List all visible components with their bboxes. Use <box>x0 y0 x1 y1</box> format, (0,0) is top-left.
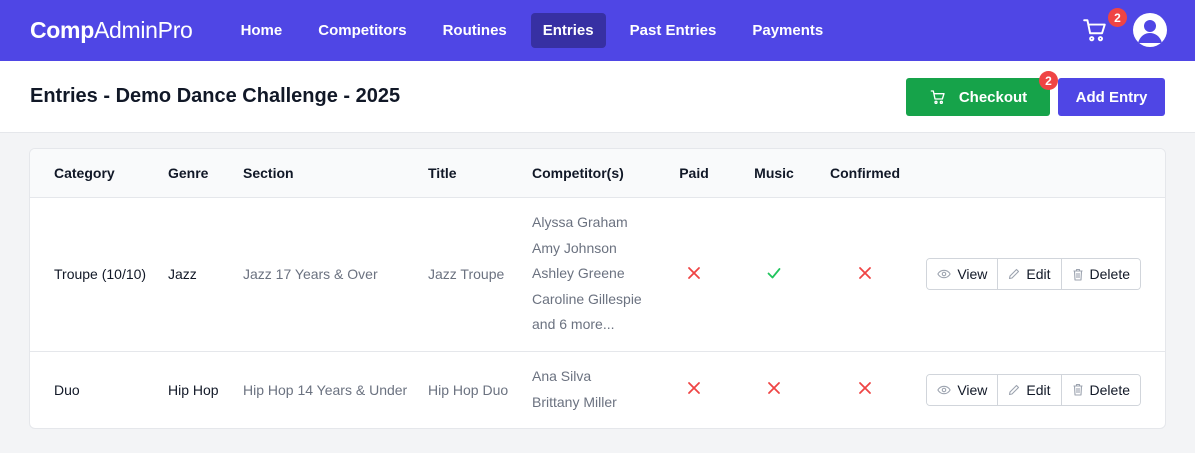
confirmed-cell <box>820 197 910 351</box>
genre-cell: Hip Hop <box>168 381 219 398</box>
checkout-label: Checkout <box>958 88 1028 106</box>
pencil-icon <box>1009 384 1020 395</box>
competitor-name: Brittany Miller <box>532 393 617 410</box>
genre-cell: Jazz <box>168 266 197 282</box>
actions-cell: View Edit Delete <box>910 197 1165 351</box>
competitor-name: Caroline Gillespie <box>532 290 642 307</box>
competitor-name: Ana Silva <box>532 368 592 385</box>
paid-cell <box>660 197 728 351</box>
nav-item-home[interactable]: Home <box>229 13 295 48</box>
confirmed-cell <box>820 351 910 428</box>
delete-button[interactable]: Delete <box>1061 374 1140 405</box>
add-entry-button[interactable]: Add Entry <box>1058 78 1165 116</box>
competitor-name: Ashley Greene <box>532 265 625 282</box>
column-header[interactable]: Music <box>728 149 820 197</box>
cross-icon <box>688 266 700 279</box>
competitor-name: Amy Johnson <box>532 239 617 256</box>
view-button[interactable]: View <box>927 374 999 405</box>
competitor-name: Alyssa Graham <box>532 214 628 231</box>
checkout-button[interactable]: Checkout 2 <box>906 71 1058 116</box>
column-header[interactable]: Competitor(s) <box>532 149 660 197</box>
section-cell: Hip Hop 14 Years & Under <box>243 381 408 398</box>
row-actions: View Edit Delete <box>926 373 1141 406</box>
page-header: Entries - Demo Dance Challenge - 2025 Ch… <box>0 61 1195 133</box>
checkout-count-badge: 2 <box>1039 71 1058 90</box>
cart-button[interactable]: 2 <box>1081 8 1127 47</box>
title-cell: Hip Hop Duo <box>428 381 509 398</box>
nav-item-entries[interactable]: Entries <box>530 13 606 48</box>
table-row: Duo Hip Hop Hip Hop 14 Years & Under Hip… <box>30 351 1165 428</box>
column-header-actions <box>910 149 1165 197</box>
edit-button[interactable]: Edit <box>998 374 1062 405</box>
eye-icon <box>937 269 952 279</box>
entries-table: Category Genre Section Title Competitor(… <box>30 149 1165 428</box>
shopping-cart-icon <box>1083 19 1106 42</box>
column-header[interactable]: Confirmed <box>820 149 910 197</box>
main-nav: Home Competitors Routines Entries Past E… <box>229 13 848 48</box>
entries-table-card: Category Genre Section Title Competitor(… <box>29 148 1166 429</box>
column-header[interactable]: Paid <box>660 149 728 197</box>
delete-button[interactable]: Delete <box>1061 259 1140 289</box>
brand-logo[interactable]: CompAdminPro <box>30 17 193 44</box>
column-header[interactable]: Category <box>30 149 168 197</box>
competitors-cell: Ana Silva Brittany Miller <box>532 351 660 428</box>
trash-icon <box>1073 384 1083 396</box>
title-cell: Jazz Troupe <box>428 266 505 282</box>
nav-item-payments[interactable]: Payments <box>740 13 835 48</box>
nav-item-past-entries[interactable]: Past Entries <box>618 13 729 48</box>
column-header[interactable]: Title <box>428 149 532 197</box>
cart-count-badge: 2 <box>1108 8 1127 27</box>
eye-icon <box>937 385 952 394</box>
shopping-cart-icon <box>930 90 945 104</box>
music-cell <box>728 197 820 351</box>
cross-icon <box>859 266 871 279</box>
cross-icon <box>859 382 871 395</box>
actions-cell: View Edit Delete <box>910 351 1165 428</box>
column-header[interactable]: Genre <box>168 149 243 197</box>
competitors-more-link[interactable]: and 6 more... <box>532 312 660 338</box>
trash-icon <box>1073 268 1083 281</box>
pencil-icon <box>1009 268 1020 280</box>
top-navbar: CompAdminPro Home Competitors Routines E… <box>0 0 1195 61</box>
category-cell: Duo <box>54 381 80 398</box>
row-actions: View Edit Delete <box>926 258 1141 290</box>
cross-icon <box>768 382 780 395</box>
view-button[interactable]: View <box>927 259 999 289</box>
table-header-row: Category Genre Section Title Competitor(… <box>30 149 1165 197</box>
music-cell <box>728 351 820 428</box>
cross-icon <box>688 382 700 395</box>
category-cell: Troupe (10/10) <box>54 266 147 282</box>
edit-button[interactable]: Edit <box>998 259 1062 289</box>
section-cell: Jazz 17 Years & Over <box>243 266 378 282</box>
nav-item-competitors[interactable]: Competitors <box>306 13 418 48</box>
table-row: Troupe (10/10) Jazz Jazz 17 Years & Over… <box>30 197 1165 351</box>
page-title: Entries - Demo Dance Challenge - 2025 <box>30 85 401 107</box>
nav-item-routines[interactable]: Routines <box>431 13 519 48</box>
user-avatar-icon[interactable] <box>1133 13 1167 47</box>
check-icon <box>767 267 781 278</box>
column-header[interactable]: Section <box>243 149 428 197</box>
paid-cell <box>660 351 728 428</box>
competitors-cell: Alyssa Graham Amy Johnson Ashley Greene … <box>532 197 660 351</box>
